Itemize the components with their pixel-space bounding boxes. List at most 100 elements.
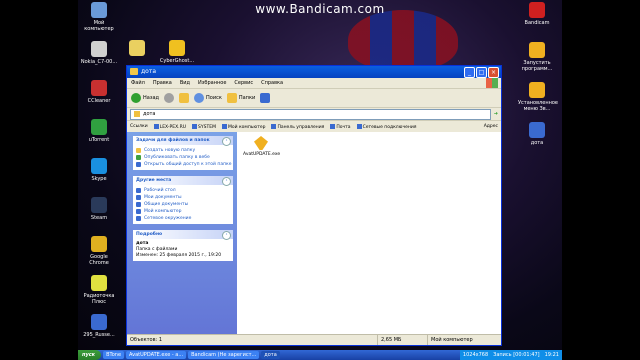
app-icon (169, 40, 185, 56)
address-bar: дота ➜ (127, 108, 501, 121)
place-icon (136, 216, 141, 221)
close-button[interactable]: × (488, 67, 499, 78)
forward-button[interactable] (164, 93, 175, 103)
link-item[interactable]: Сетевые подключения (356, 123, 417, 130)
taskbar-button[interactable]: Bandicam (Не зарегист... (188, 351, 260, 359)
desktop-icon[interactable]: дота (518, 122, 556, 146)
explorer-window: дота _ □ × Файл Правка Вид Избранное Сервис С… (126, 65, 502, 346)
desktop-icon-label: Google Chrome (89, 254, 109, 266)
up-button[interactable] (179, 93, 190, 103)
link-icon (153, 123, 159, 129)
views-button[interactable] (260, 93, 271, 103)
desktop-icon[interactable]: Nokia_C7-00... (80, 41, 118, 65)
app-icon (529, 2, 545, 18)
app-icon (91, 314, 107, 330)
menu-item[interactable]: Сервис (234, 78, 253, 88)
app-icon (91, 41, 107, 57)
taskbar-button[interactable]: BTone (103, 351, 125, 359)
link-item[interactable]: Ссылки (130, 124, 148, 129)
app-icon (91, 158, 107, 174)
taskbar-button[interactable]: дота (261, 351, 280, 359)
desktop-icon[interactable]: Мой компьютер (80, 2, 118, 32)
place-label: Общие документы (144, 202, 189, 207)
menu-item[interactable]: Вид (180, 78, 190, 88)
menu-item[interactable]: Избранное (198, 78, 226, 88)
file-name: AvatUPDATE.exe (243, 152, 281, 157)
desktop-icon[interactable]: Установленное меню Зв... (518, 82, 558, 112)
system-tray: 1024x768 Запись [00:01:47] 19:21 (459, 350, 562, 360)
maximize-button[interactable]: □ (476, 67, 487, 78)
panel-title: Другие места (136, 178, 172, 183)
taskbar-button[interactable]: AvatUPDATE.exe - a... (126, 351, 187, 359)
desktop-icon[interactable]: Запустить программ... (518, 42, 556, 72)
menu-item[interactable]: Справка (261, 78, 283, 88)
link-item[interactable]: Почта (330, 123, 351, 130)
go-button[interactable]: ➜ (494, 111, 498, 117)
window-titlebar[interactable]: дота _ □ × (127, 66, 501, 78)
menu-item[interactable]: Правка (153, 78, 172, 88)
file-item[interactable]: AvatUPDATE.exe (243, 136, 281, 158)
link-label: SYSTEM (198, 124, 216, 130)
app-icon (91, 119, 107, 135)
app-icon (129, 40, 145, 56)
folders-button[interactable]: Папки (226, 93, 255, 103)
status-objects: Объектов: 1 (130, 337, 163, 343)
link-label: Сетевые подключения (362, 124, 417, 130)
menu-item[interactable]: Файл (131, 78, 145, 88)
toolbar: Назад Поиск Папки (127, 89, 501, 108)
back-button[interactable]: Назад (131, 93, 159, 103)
desktop: www.Bandicam.com дота _ □ × Файл Правка Ви… (78, 0, 562, 360)
desktop-icon[interactable]: uTorrent (80, 119, 118, 143)
place-link[interactable]: Сетевое окружение (133, 215, 233, 222)
desktop-icon[interactable]: CCleaner (80, 80, 118, 104)
task-link[interactable]: Открыть общий доступ к этой папке (133, 161, 233, 168)
chevron-up-icon[interactable]: ˄ (222, 231, 231, 240)
chevron-up-icon[interactable]: ˄ (222, 137, 231, 146)
link-icon (221, 123, 227, 129)
address-input[interactable]: дота (130, 108, 491, 120)
desktop-icon[interactable]: Радиоточка Плюс (80, 275, 118, 305)
minimize-button[interactable]: _ (464, 67, 475, 78)
place-label: Мой компьютер (144, 209, 182, 214)
link-item[interactable]: LEX-PEX.RU (153, 123, 186, 130)
desktop-icon[interactable] (118, 40, 156, 58)
link-item[interactable]: SYSTEM (192, 123, 216, 130)
panel-title: Подробно (136, 232, 163, 237)
link-label: Панель управления (277, 124, 325, 130)
place-label: Сетевое окружение (144, 216, 192, 221)
link-item[interactable]: Панель управления (271, 123, 325, 130)
back-arrow-icon (131, 93, 141, 103)
desktop-icon-label: uTorrent (88, 137, 110, 143)
task-link[interactable]: Создать новую папку (133, 147, 233, 154)
link-icon (356, 123, 362, 129)
start-button[interactable]: пуск (78, 350, 102, 360)
task-link[interactable]: Опубликовать папку в вебе (133, 154, 233, 161)
fc-barcelona-crest (348, 10, 458, 70)
chevron-up-icon[interactable]: ˄ (222, 177, 231, 186)
desktop-icon[interactable]: CyberGhost... (158, 40, 196, 64)
place-link[interactable]: Общие документы (133, 201, 233, 208)
place-link[interactable]: Рабочий стол (133, 187, 233, 194)
desktop-icon[interactable]: 295_Russe... (80, 314, 118, 338)
place-link[interactable]: Мой компьютер (133, 208, 233, 215)
desktop-icon[interactable]: Google Chrome (80, 236, 118, 266)
status-size: 2,65 МБ (377, 335, 401, 345)
link-item[interactable]: Мой компьютер (221, 123, 265, 130)
clock: 19:21 (544, 352, 559, 358)
desktop-icon[interactable]: Skype (80, 158, 118, 182)
place-label: Рабочий стол (144, 188, 176, 193)
resolution-label: 1024x768 (462, 352, 489, 358)
desktop-icon-label: CyberGhost... (159, 58, 195, 64)
task-icon (136, 155, 141, 160)
file-list: AvatUPDATE.exe (237, 132, 501, 335)
task-icon (136, 162, 141, 167)
forward-arrow-icon (164, 93, 175, 103)
place-icon (136, 195, 141, 200)
details-modified: Изменен: 25 февраля 2015 г., 19:20 (136, 253, 222, 258)
place-icon (136, 188, 141, 193)
desktop-icon[interactable]: Bandicam (518, 2, 556, 26)
search-button[interactable]: Поиск (194, 93, 222, 103)
desktop-icon[interactable]: Steam (80, 197, 118, 221)
place-link[interactable]: Мои документы (133, 194, 233, 201)
window-title: дота (141, 68, 156, 75)
